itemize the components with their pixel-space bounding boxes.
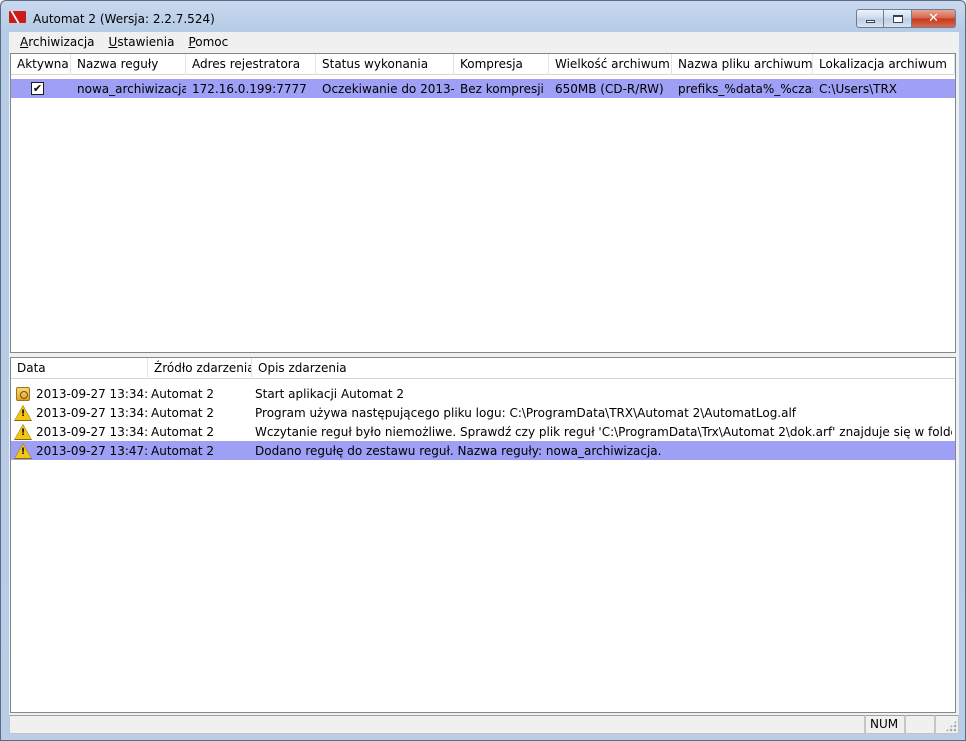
rule-location: C:\Users\TRX xyxy=(819,81,897,96)
rules-header: Aktywna Nazwa reguły Adres rejestratora … xyxy=(11,54,955,75)
rule-address: 172.16.0.199:7777 xyxy=(192,81,307,96)
event-description: Dodano regułę do zestawu reguł. Nazwa re… xyxy=(255,443,662,458)
maximize-icon xyxy=(892,14,903,23)
rule-row[interactable]: ✔ nowa_archiwizacja 172.16.0.199:7777 Oc… xyxy=(11,79,955,98)
menu-pomoc[interactable]: Pomoc xyxy=(181,35,235,49)
rule-status: Oczekiwanie do 2013-09- xyxy=(322,81,454,96)
menu-archiwizacja[interactable]: Archiwizacja xyxy=(13,35,102,49)
title-bar[interactable]: Automat 2 (Wersja: 2.2.7.524) ✕ xyxy=(1,1,965,33)
app-window: Automat 2 (Wersja: 2.2.7.524) ✕ Archiwiz… xyxy=(0,0,966,741)
rule-active-cell: ✔ xyxy=(11,82,71,95)
status-main-panel xyxy=(9,715,865,734)
minimize-icon xyxy=(865,20,875,23)
window-title: Automat 2 (Wersja: 2.2.7.524) xyxy=(33,12,215,26)
event-row[interactable]: ! 2013-09-27 13:47:00 Automat 2 Dodano r… xyxy=(11,441,955,460)
events-header: Data Źródło zdarzenia Opis zdarzenia xyxy=(11,358,955,379)
event-description: Start aplikacji Automat 2 xyxy=(255,386,404,401)
col-header-kompresja[interactable]: Kompresja xyxy=(454,54,549,75)
event-row[interactable]: 2013-09-27 13:34:22 Automat 2 Start apli… xyxy=(11,384,955,403)
status-num-indicator: NUM xyxy=(865,715,905,734)
window-controls: ✕ xyxy=(856,9,956,28)
events-list[interactable]: Data Źródło zdarzenia Opis zdarzenia 201… xyxy=(10,357,956,713)
event-source: Automat 2 xyxy=(151,443,215,458)
col-header-wielkosc[interactable]: Wielkość archiwum xyxy=(549,54,672,75)
maximize-button[interactable] xyxy=(884,9,912,28)
event-date: 2013-09-27 13:34:22 xyxy=(36,386,148,401)
rule-filename: prefiks_%data%_%czas% xyxy=(678,81,813,96)
app-logo-icon xyxy=(9,11,26,23)
event-source: Automat 2 xyxy=(151,386,215,401)
close-button[interactable]: ✕ xyxy=(912,9,956,28)
col-header-nazwa-reguly[interactable]: Nazwa reguły xyxy=(71,54,186,75)
event-description: Program używa następującego pliku logu: … xyxy=(255,405,797,420)
info-icon xyxy=(15,386,31,402)
event-description: Wczytanie reguł było niemożliwe. Sprawdź… xyxy=(255,424,952,439)
warning-icon: ! xyxy=(14,442,32,459)
rule-compression: Bez kompresji xyxy=(460,81,544,96)
rules-list[interactable]: Aktywna Nazwa reguły Adres rejestratora … xyxy=(10,53,956,353)
warning-icon: ! xyxy=(14,404,32,421)
event-source: Automat 2 xyxy=(151,424,215,439)
rule-name: nowa_archiwizacja xyxy=(77,81,186,96)
event-row[interactable]: ! 2013-09-27 13:34:22 Automat 2 Program … xyxy=(11,403,955,422)
rule-active-checkbox[interactable]: ✔ xyxy=(31,82,44,95)
event-date: 2013-09-27 13:34:27 xyxy=(36,424,148,439)
col-header-aktywna[interactable]: Aktywna xyxy=(11,54,71,75)
client-area: Aktywna Nazwa reguły Adres rejestratora … xyxy=(9,51,959,734)
status-bar: NUM xyxy=(9,715,959,734)
event-row[interactable]: ! 2013-09-27 13:34:27 Automat 2 Wczytani… xyxy=(11,422,955,441)
event-source: Automat 2 xyxy=(151,405,215,420)
status-panel-empty xyxy=(905,715,935,734)
event-date: 2013-09-27 13:34:22 xyxy=(36,405,148,420)
close-icon: ✕ xyxy=(928,11,939,26)
rule-size: 650MB (CD-R/RW) xyxy=(555,81,664,96)
col-header-adres[interactable]: Adres rejestratora xyxy=(186,54,316,75)
col-header-status[interactable]: Status wykonania xyxy=(316,54,454,75)
col-header-lokalizacja[interactable]: Lokalizacja archiwum xyxy=(813,54,955,75)
col-header-zrodlo[interactable]: Źródło zdarzenia xyxy=(148,358,252,379)
col-header-nazwa-pliku[interactable]: Nazwa pliku archiwum xyxy=(672,54,813,75)
col-header-data[interactable]: Data xyxy=(11,358,148,379)
event-date: 2013-09-27 13:47:00 xyxy=(36,443,148,458)
warning-icon: ! xyxy=(14,423,32,440)
menu-bar: Archiwizacja Ustawienia Pomoc xyxy=(9,32,959,51)
col-header-opis[interactable]: Opis zdarzenia xyxy=(252,358,955,379)
minimize-button[interactable] xyxy=(856,9,884,28)
menu-ustawienia[interactable]: Ustawienia xyxy=(102,35,182,49)
